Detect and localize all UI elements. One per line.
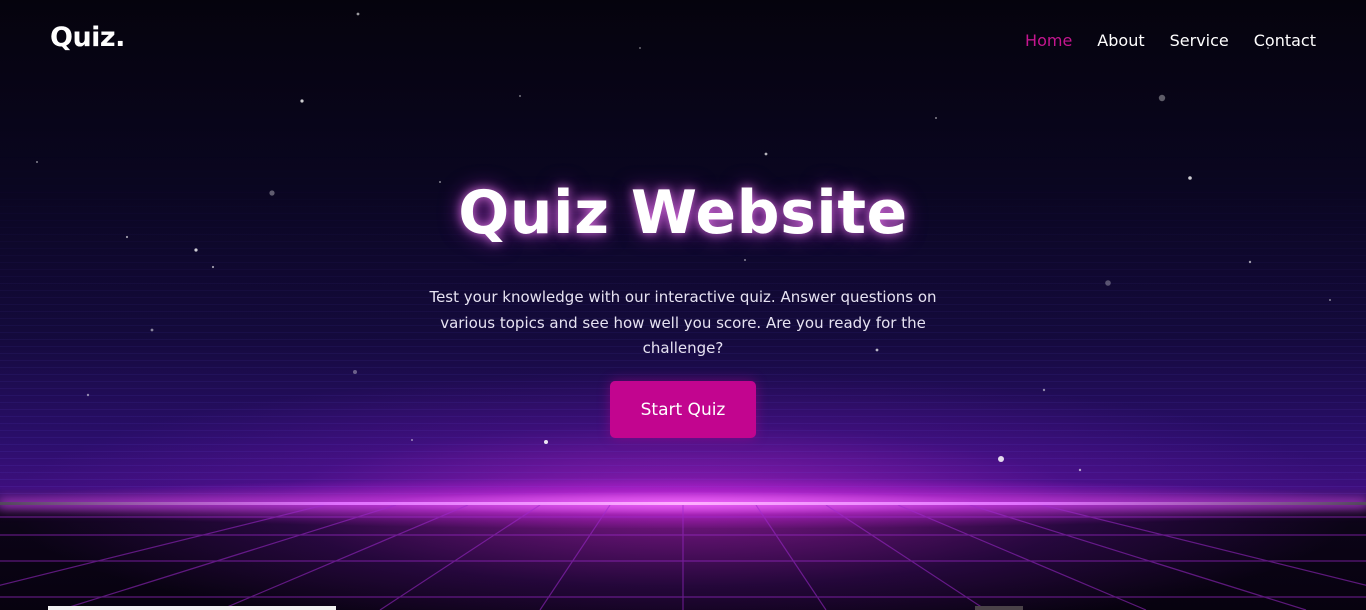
star	[194, 248, 198, 252]
perspective-grid	[0, 505, 1366, 610]
hero-background: Quiz. Home About Service Contact Quiz We…	[0, 0, 1366, 610]
hero-title: Quiz Website	[458, 178, 908, 248]
star	[764, 152, 768, 156]
hero-description: Test your knowledge with our interactive…	[429, 288, 937, 357]
star	[544, 440, 548, 444]
star	[353, 370, 357, 374]
start-quiz-button[interactable]: Start Quiz	[610, 381, 756, 438]
star	[1078, 468, 1082, 472]
star	[150, 328, 154, 332]
star	[300, 99, 304, 103]
star	[935, 117, 937, 119]
bottom-edge-element	[48, 606, 336, 610]
star	[411, 439, 413, 441]
star	[1042, 388, 1046, 392]
star	[1158, 94, 1166, 102]
star	[36, 161, 38, 163]
nav-link-service[interactable]: Service	[1170, 31, 1229, 50]
star	[519, 95, 521, 97]
navbar: Quiz. Home About Service Contact	[0, 0, 1366, 84]
star	[744, 259, 746, 261]
logo[interactable]: Quiz.	[50, 22, 125, 53]
star	[1105, 280, 1111, 286]
star	[1248, 260, 1252, 264]
star	[998, 456, 1004, 462]
nav-links: Home About Service Contact	[1025, 31, 1316, 50]
star	[211, 265, 215, 269]
nav-link-home[interactable]: Home	[1025, 31, 1072, 50]
nav-link-contact[interactable]: Contact	[1254, 31, 1316, 50]
nav-link-about[interactable]: About	[1097, 31, 1144, 50]
bottom-edge-element	[975, 606, 1023, 610]
star	[86, 393, 90, 397]
star	[1329, 299, 1331, 301]
